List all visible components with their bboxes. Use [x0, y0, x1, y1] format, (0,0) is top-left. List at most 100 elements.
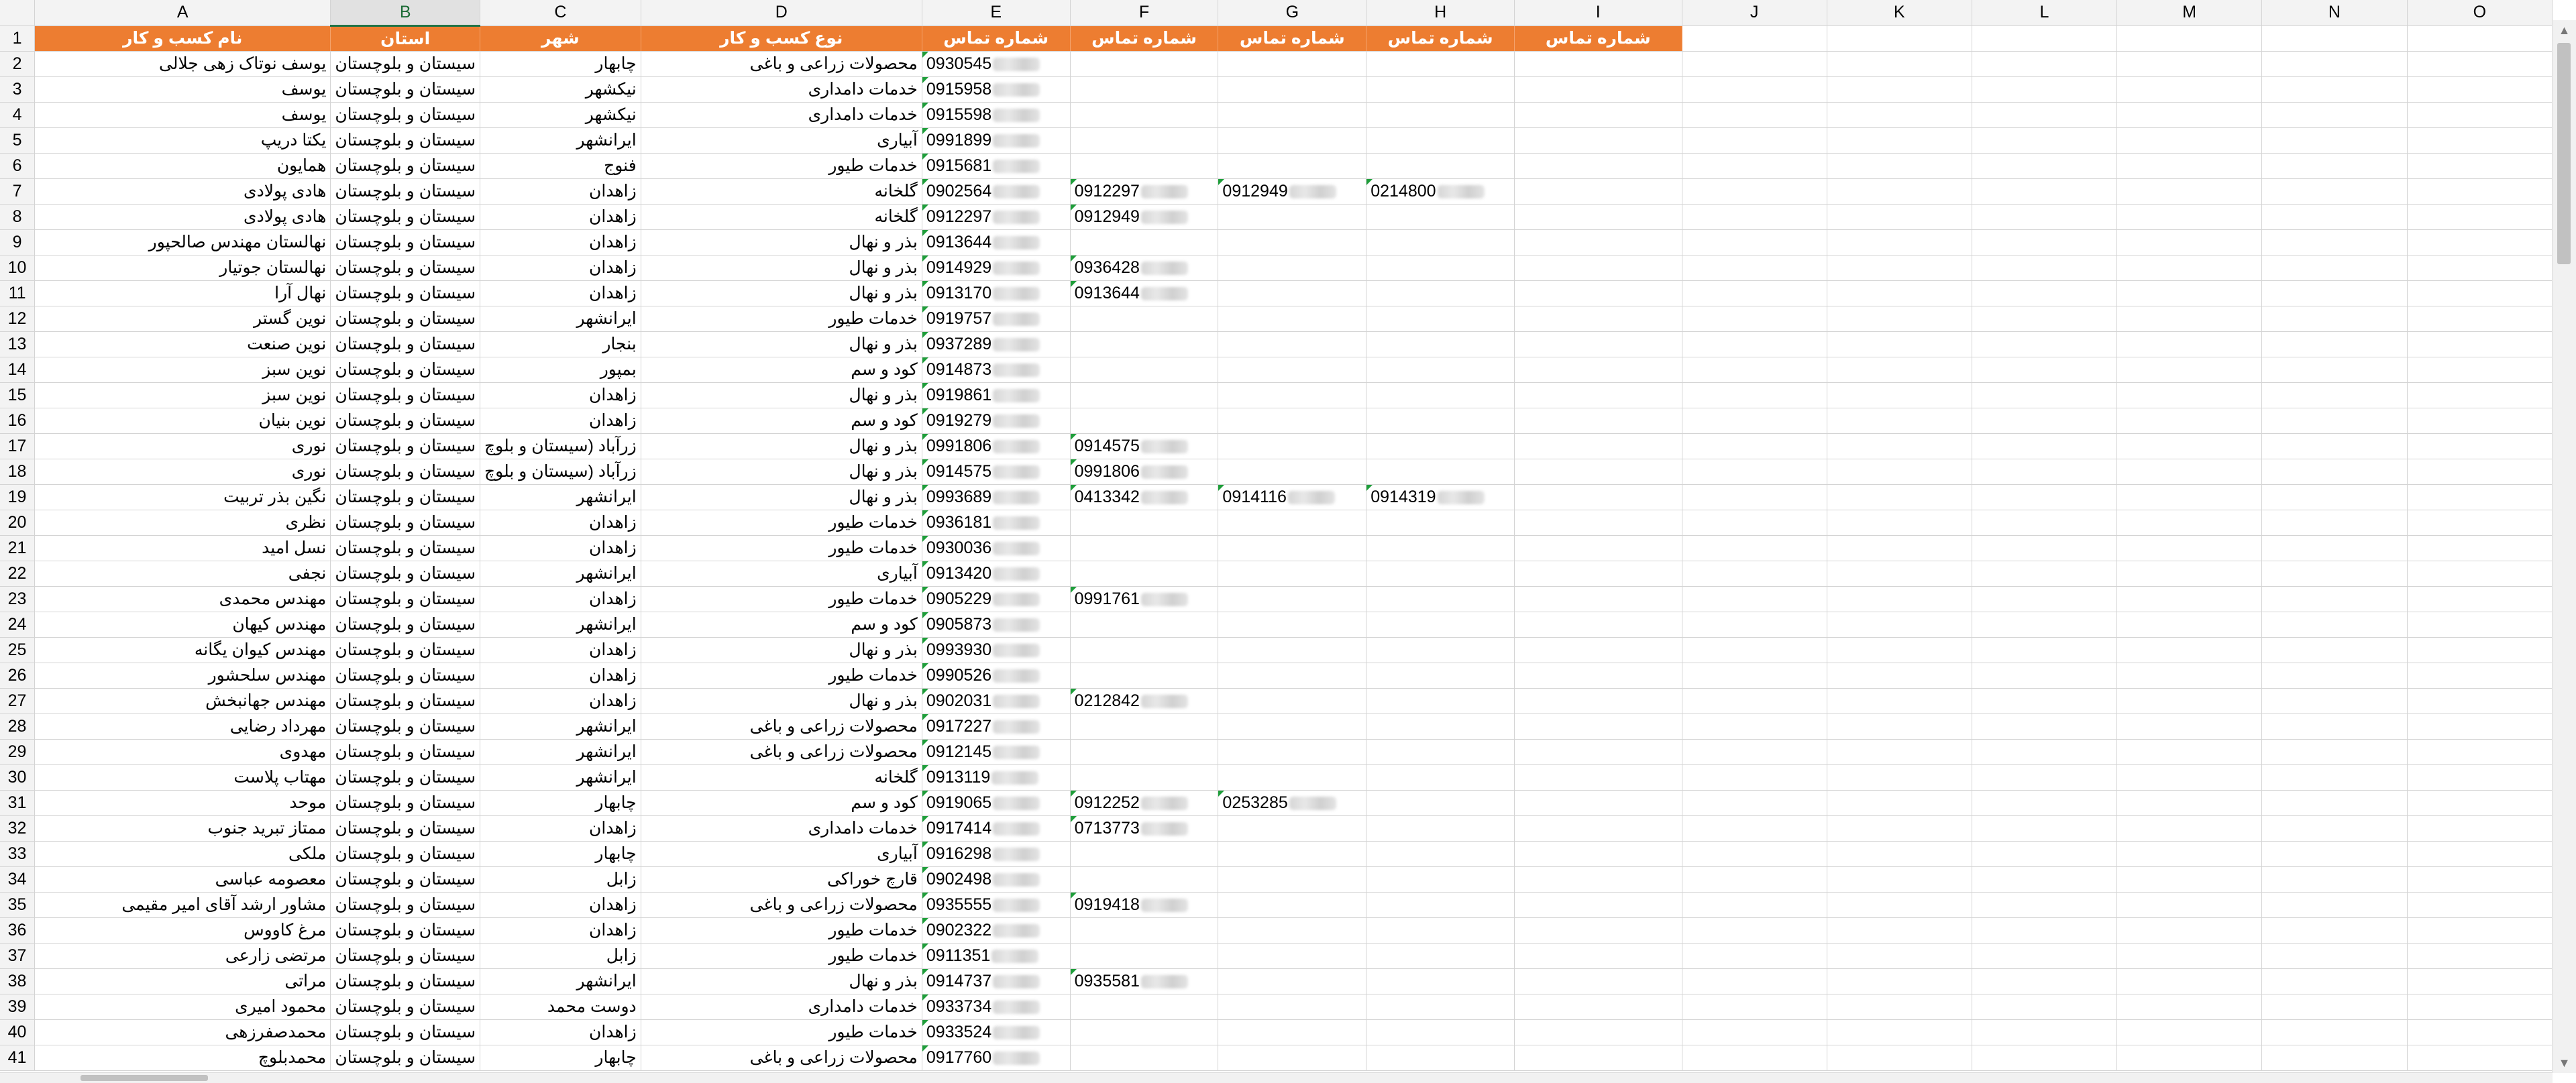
grid-cell[interactable]	[1972, 178, 2117, 205]
province-cell[interactable]: سیستان و بلوچستان	[330, 994, 481, 1020]
grid-cell[interactable]	[2116, 459, 2263, 485]
business-name-cell[interactable]: نسل امید	[34, 535, 331, 561]
grid-cell[interactable]	[1514, 968, 1682, 994]
grid-cell[interactable]	[1827, 561, 1972, 587]
grid-cell[interactable]	[1972, 127, 2117, 154]
province-cell[interactable]: سیستان و بلوچستان	[330, 382, 481, 408]
row-header[interactable]: 39	[0, 994, 36, 1020]
phone-cell[interactable]	[1366, 841, 1515, 867]
province-cell[interactable]: سیستان و بلوچستان	[330, 408, 481, 434]
grid-cell[interactable]	[1827, 255, 1972, 281]
business-type-cell[interactable]: گلخانه	[641, 764, 922, 791]
grid-cell[interactable]	[2261, 1045, 2408, 1071]
phone-cell[interactable]: 0919279	[922, 408, 1071, 434]
grid-cell[interactable]	[2116, 229, 2263, 255]
city-cell[interactable]: زاهدان	[480, 229, 641, 255]
phone-cell[interactable]	[1218, 1019, 1367, 1045]
city-cell[interactable]: ایرانشهر	[480, 968, 641, 994]
phone-cell[interactable]	[1070, 127, 1219, 154]
city-cell[interactable]: زرآباد (سیستان و بلوچ	[480, 459, 641, 485]
phone-cell[interactable]	[1070, 306, 1219, 332]
grid-cell[interactable]	[2407, 943, 2553, 969]
city-cell[interactable]: ایرانشهر	[480, 739, 641, 765]
business-name-cell[interactable]: مهرداد رضایی	[34, 714, 331, 740]
phone-cell[interactable]: 0902031	[922, 688, 1071, 714]
phone-cell[interactable]: 0902564	[922, 178, 1071, 205]
grid-cell[interactable]	[2116, 433, 2263, 459]
grid-cell[interactable]	[1972, 917, 2117, 944]
phone-cell[interactable]: 0930036	[922, 535, 1071, 561]
business-name-cell[interactable]: یکتا دریپ	[34, 127, 331, 154]
row-header[interactable]: 10	[0, 255, 36, 281]
grid-cell[interactable]	[2261, 561, 2408, 587]
grid-cell[interactable]	[2116, 866, 2263, 893]
grid-cell[interactable]	[1514, 815, 1682, 842]
column-header-l[interactable]: L	[1972, 0, 2117, 26]
phone-cell[interactable]: 0919757	[922, 306, 1071, 332]
grid-cell[interactable]	[2261, 739, 2408, 765]
business-type-cell[interactable]: گلخانه	[641, 204, 922, 230]
grid-cell[interactable]	[2261, 841, 2408, 867]
grid-cell[interactable]	[2261, 892, 2408, 918]
phone-cell[interactable]: 0914319	[1366, 484, 1515, 510]
grid-cell[interactable]	[2116, 408, 2263, 434]
grid-cell[interactable]	[2116, 382, 2263, 408]
city-cell[interactable]: ایرانشهر	[480, 306, 641, 332]
grid-cell[interactable]	[2407, 102, 2553, 128]
row-header[interactable]: 9	[0, 229, 36, 255]
business-name-cell[interactable]: نوین سبز	[34, 357, 331, 383]
grid-cell[interactable]	[1514, 433, 1682, 459]
grid-cell[interactable]	[1682, 484, 1827, 510]
row-header[interactable]: 33	[0, 841, 36, 867]
grid-cell[interactable]	[2116, 764, 2263, 791]
grid-cell[interactable]	[2116, 127, 2263, 154]
grid-cell[interactable]	[1682, 815, 1827, 842]
row-header[interactable]: 37	[0, 943, 36, 969]
grid-cell[interactable]	[2407, 357, 2553, 383]
grid-cell[interactable]	[2407, 586, 2553, 612]
phone-cell[interactable]	[1218, 764, 1367, 791]
province-cell[interactable]: سیستان و بلوچستان	[330, 255, 481, 281]
grid-cell[interactable]	[2261, 229, 2408, 255]
grid-cell[interactable]	[1682, 790, 1827, 816]
grid-cell[interactable]	[1682, 764, 1827, 791]
phone-cell[interactable]	[1070, 357, 1219, 383]
province-cell[interactable]: سیستان و بلوچستان	[330, 433, 481, 459]
grid-cell[interactable]	[2407, 968, 2553, 994]
grid-cell[interactable]	[1827, 815, 1972, 842]
grid-cell[interactable]	[2407, 433, 2553, 459]
province-cell[interactable]: سیستان و بلوچستان	[330, 764, 481, 791]
grid-cell[interactable]	[1682, 968, 1827, 994]
city-cell[interactable]: زاهدان	[480, 1019, 641, 1045]
grid-cell[interactable]	[1972, 739, 2117, 765]
row-header[interactable]: 41	[0, 1045, 36, 1071]
column-header-f[interactable]: F	[1070, 0, 1219, 26]
row-header[interactable]: 6	[0, 153, 36, 179]
business-type-cell[interactable]: بذر و نهال	[641, 484, 922, 510]
business-name-cell[interactable]: نجفی	[34, 561, 331, 587]
grid-cell[interactable]	[1827, 637, 1972, 663]
grid-cell[interactable]	[1827, 764, 1972, 791]
phone-cell[interactable]	[1366, 204, 1515, 230]
phone-cell[interactable]: 0902322	[922, 917, 1071, 944]
city-cell[interactable]: زاهدان	[480, 255, 641, 281]
column-header-o[interactable]: O	[2407, 0, 2553, 26]
grid-cell[interactable]	[2116, 204, 2263, 230]
grid-cell[interactable]	[2261, 943, 2408, 969]
grid-cell[interactable]	[2116, 917, 2263, 944]
grid-cell[interactable]	[1827, 586, 1972, 612]
phone-cell[interactable]	[1218, 255, 1367, 281]
city-cell[interactable]: زاهدان	[480, 688, 641, 714]
phone-cell[interactable]	[1366, 535, 1515, 561]
grid-cell[interactable]	[2407, 663, 2553, 689]
grid-cell[interactable]	[1827, 612, 1972, 638]
phone-cell[interactable]	[1366, 51, 1515, 77]
spreadsheet-grid[interactable]: ABCDEFGHIJKLMNO 1 نام کسب و کار استان شهر نو…	[0, 0, 2553, 1073]
grid-cell[interactable]	[2407, 408, 2553, 434]
vertical-scroll-thumb[interactable]	[2557, 43, 2571, 264]
phone-cell[interactable]	[1218, 204, 1367, 230]
grid-cell[interactable]	[2407, 204, 2553, 230]
phone-cell[interactable]	[1366, 1019, 1515, 1045]
city-cell[interactable]: ایرانشهر	[480, 484, 641, 510]
business-name-cell[interactable]: نوین سبز	[34, 382, 331, 408]
